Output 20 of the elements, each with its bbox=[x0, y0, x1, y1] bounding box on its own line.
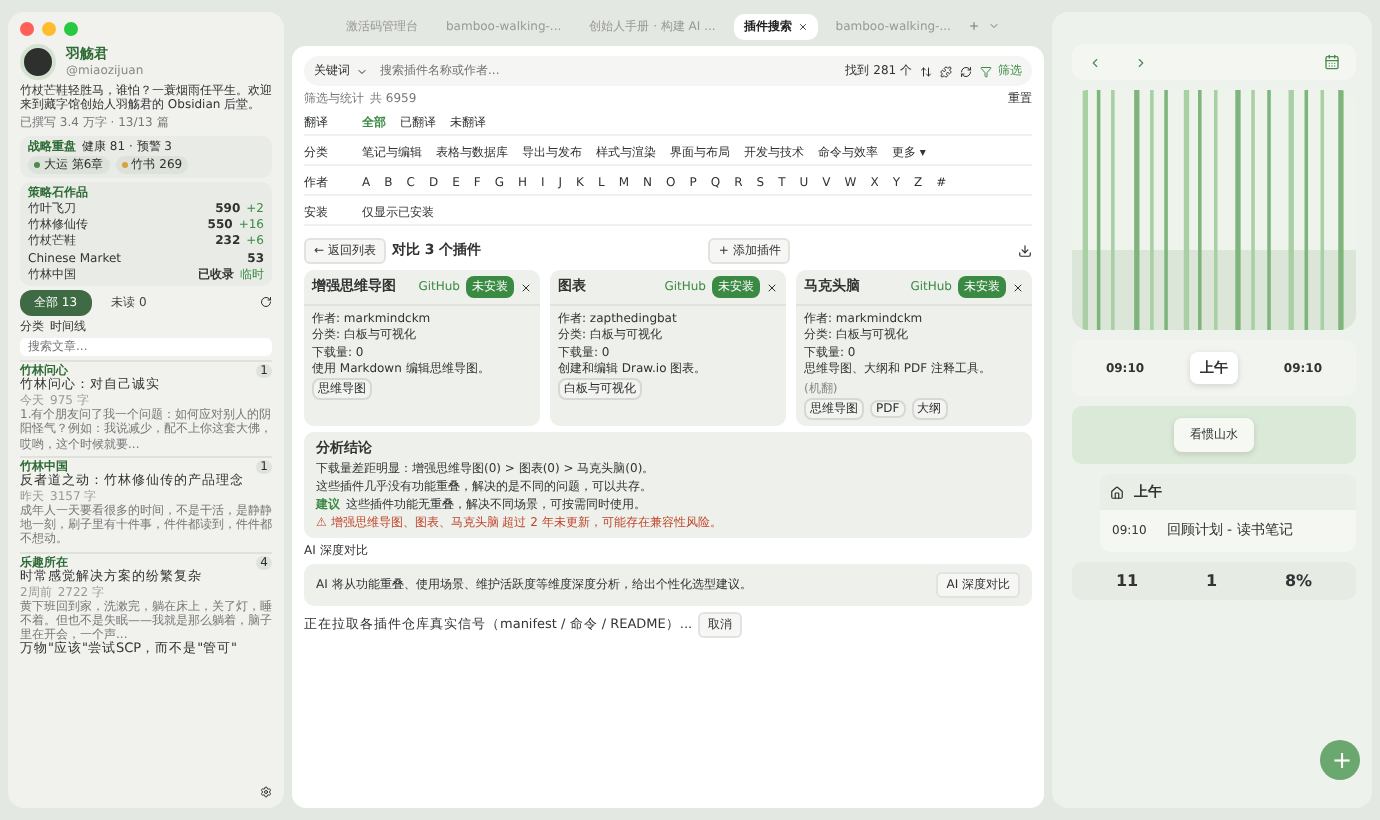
next-icon[interactable] bbox=[1134, 55, 1148, 69]
stat-value: 1 bbox=[1205, 571, 1218, 591]
previous-icon[interactable] bbox=[1088, 55, 1102, 69]
stat-value: 8% bbox=[1284, 571, 1313, 591]
refresh-icon[interactable] bbox=[960, 65, 972, 77]
puzzle-icon[interactable] bbox=[940, 65, 952, 77]
stat-value: 11 bbox=[1115, 571, 1139, 591]
avatar bbox=[20, 44, 56, 80]
filter-icon[interactable] bbox=[980, 65, 992, 77]
home-icon bbox=[1110, 485, 1124, 500]
window-close-button[interactable] bbox=[20, 22, 34, 36]
settings-icon[interactable] bbox=[260, 786, 272, 798]
caret-icon[interactable] bbox=[356, 65, 368, 77]
refresh-icon[interactable] bbox=[260, 296, 272, 309]
close-icon[interactable] bbox=[520, 281, 532, 294]
download-icon[interactable] bbox=[1018, 244, 1032, 259]
sort-icon[interactable] bbox=[920, 65, 932, 77]
close-icon[interactable] bbox=[766, 281, 778, 294]
close-icon[interactable] bbox=[1012, 281, 1024, 294]
calendar-icon[interactable] bbox=[1324, 54, 1340, 70]
